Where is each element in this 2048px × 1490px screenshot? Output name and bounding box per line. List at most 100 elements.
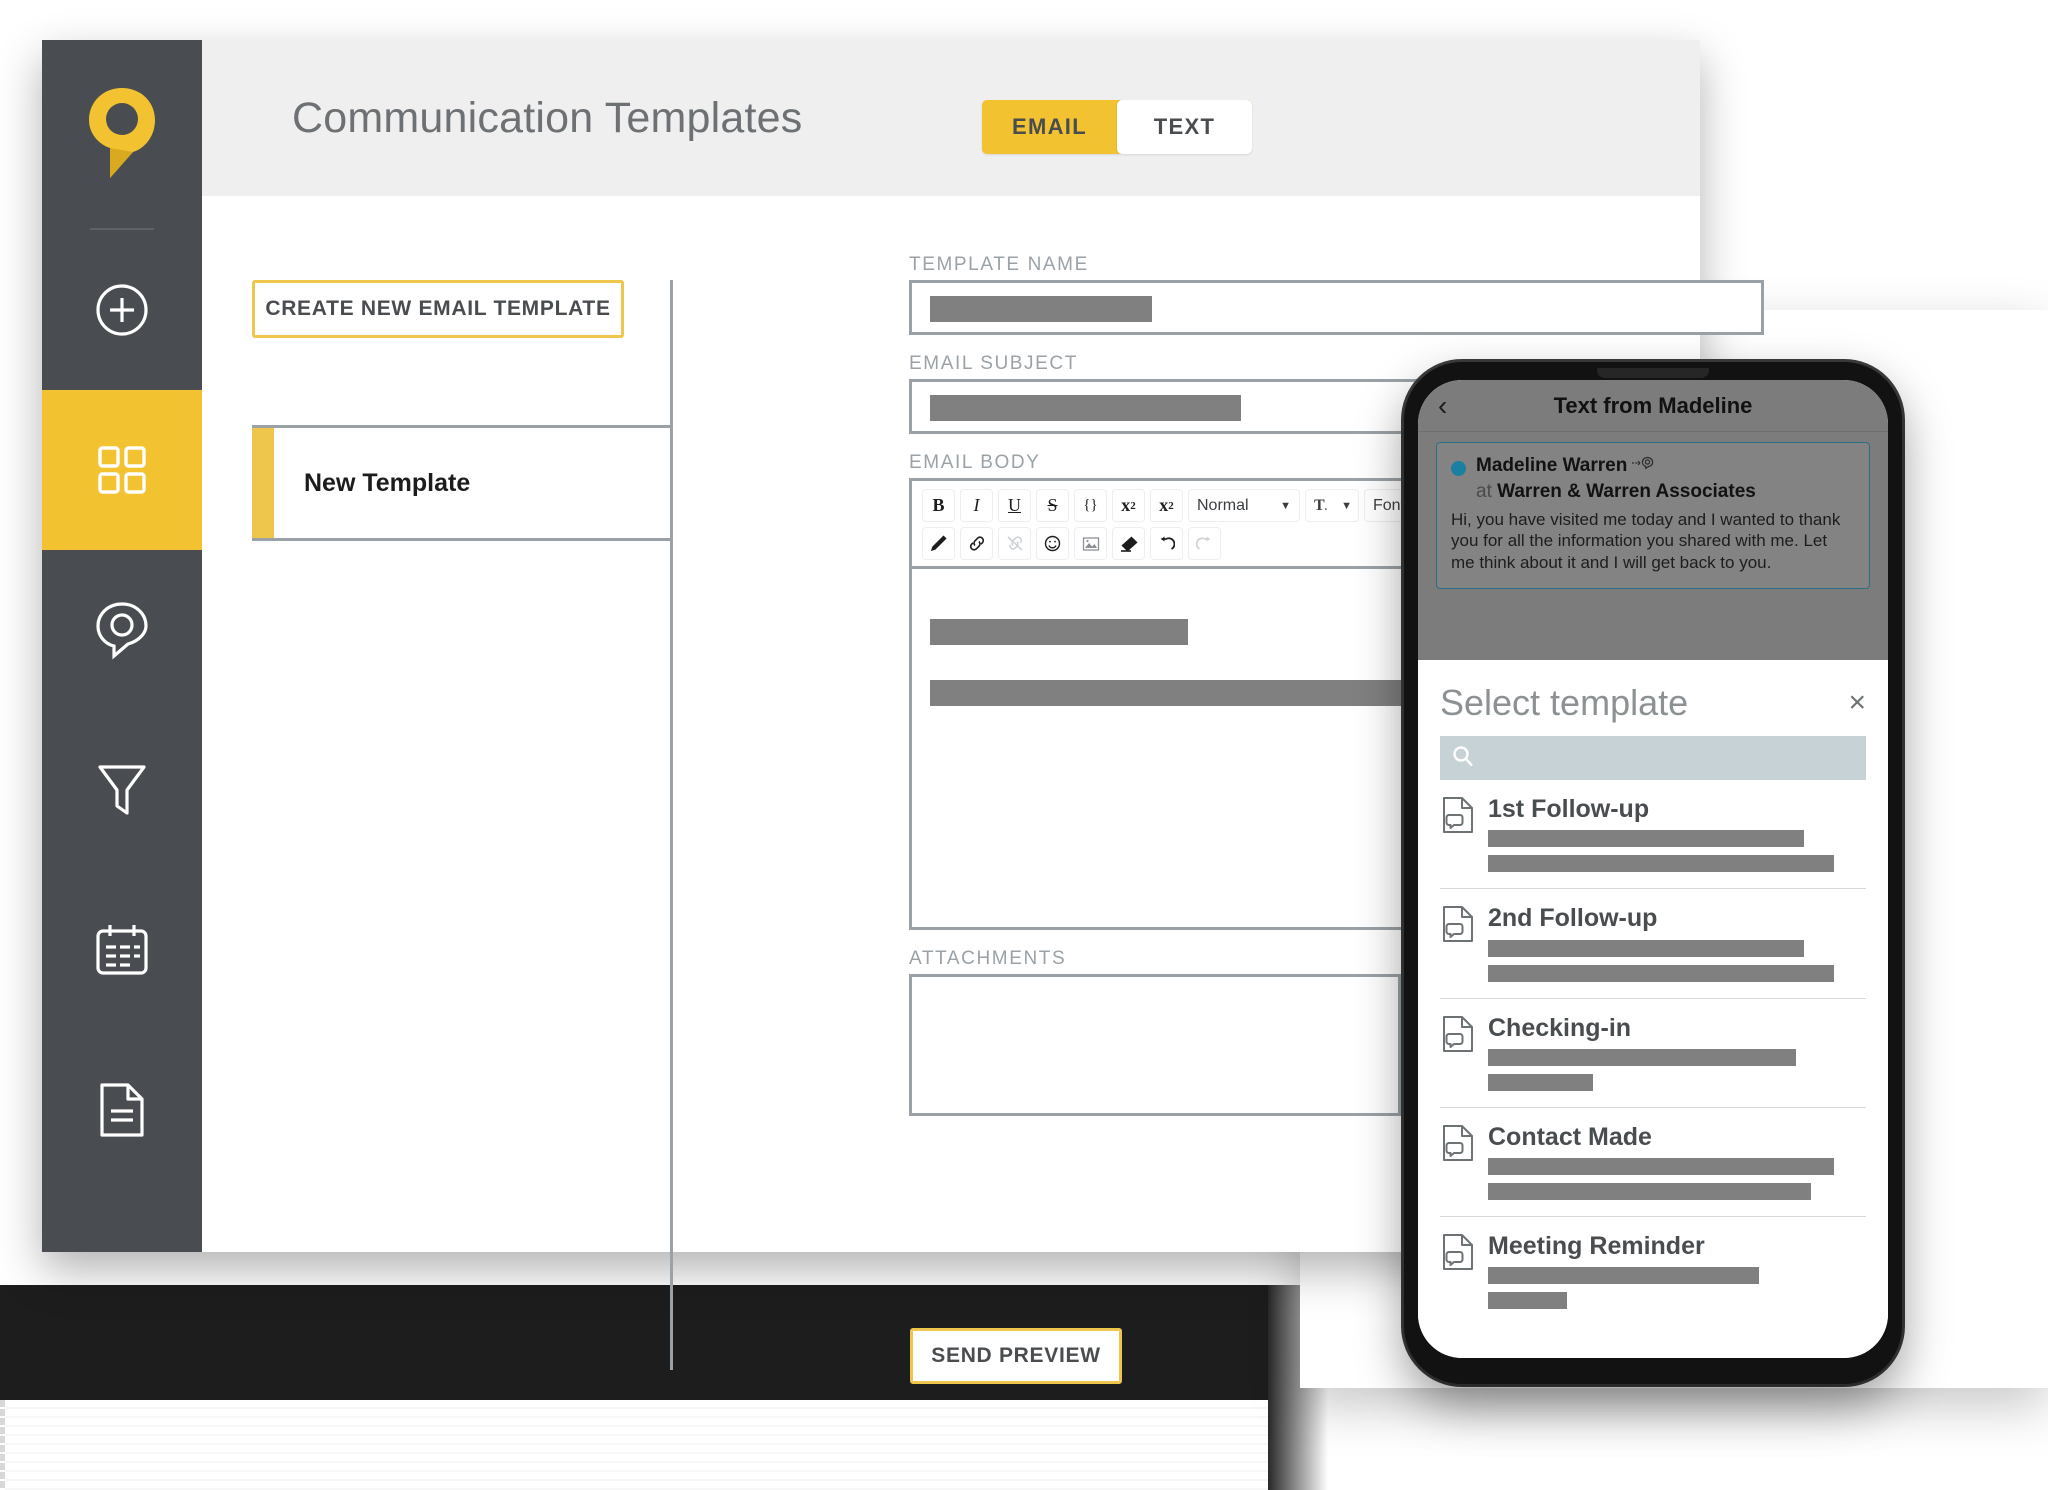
template-option-name: Meeting Reminder — [1488, 1232, 1705, 1260]
template-option-text: Meeting Reminder — [1488, 1232, 1864, 1310]
paragraph-style-select[interactable]: Normal ▼ — [1188, 489, 1300, 522]
template-preview-bar-2 — [1488, 855, 1834, 873]
text-color-picker[interactable]: T. ▼ — [1305, 489, 1359, 522]
template-option-text: Contact Made — [1488, 1122, 1864, 1200]
document-chat-icon — [1442, 796, 1474, 872]
phone-mockup: ‹ Text from Madeline Madeline Warren at … — [1404, 362, 1902, 1384]
tab-text[interactable]: TEXT — [1117, 100, 1252, 154]
email-subject-placeholder-bar — [930, 395, 1241, 421]
list-divider-bottom — [252, 538, 673, 541]
sidebar-item-locations[interactable] — [42, 550, 202, 710]
insert-link-icon[interactable] — [960, 527, 993, 560]
template-preview-bar-1 — [1488, 939, 1804, 957]
sidebar-item-templates[interactable] — [42, 390, 202, 550]
document-icon — [97, 1081, 147, 1139]
template-option-name: Contact Made — [1488, 1122, 1652, 1151]
subscript-icon[interactable]: x2 — [1150, 489, 1183, 522]
templates-panel: CREATE NEW EMAIL TEMPLATE New Template — [202, 196, 708, 1370]
template-option-text: Checking-in — [1488, 1014, 1864, 1091]
page-bottom-lines — [0, 1400, 1268, 1490]
template-option-row[interactable]: 1st Follow-up — [1440, 780, 1866, 890]
clear-format-eraser-icon[interactable] — [1112, 527, 1145, 560]
undo-icon[interactable] — [1150, 527, 1183, 560]
unread-status-dot — [1451, 461, 1466, 476]
remove-link-icon[interactable] — [998, 527, 1031, 560]
phone-screen: ‹ Text from Madeline Madeline Warren at … — [1418, 380, 1888, 1358]
template-preview-bar-2 — [1488, 1292, 1567, 1310]
sidebar-item-add[interactable] — [42, 230, 202, 390]
code-block-icon[interactable]: {} — [1074, 489, 1107, 522]
document-chat-icon — [1442, 1233, 1474, 1309]
template-name-input[interactable] — [909, 280, 1764, 335]
template-options-list: 1st Follow-up 2nd Follow-up Checking-in Con… — [1440, 780, 1866, 1325]
channel-mode-toggle[interactable]: EMAIL TEXT — [982, 100, 1252, 154]
template-search-bar[interactable] — [1440, 736, 1866, 780]
template-option-row[interactable]: Contact Made — [1440, 1108, 1866, 1217]
grid-dashboard-icon — [96, 444, 148, 496]
app-header: Communication Templates EMAIL TEXT — [202, 40, 1700, 196]
template-option-text: 1st Follow-up — [1488, 795, 1864, 873]
template-name-label: TEMPLATE NAME — [909, 254, 1089, 275]
template-option-row[interactable]: 2nd Follow-up — [1440, 889, 1866, 999]
template-option-name: 1st Follow-up — [1488, 795, 1650, 823]
template-option-row[interactable]: Checking-in — [1440, 999, 1866, 1108]
attachments-label: ATTACHMENTS — [909, 948, 1067, 969]
sheet-header: Select template × — [1440, 660, 1866, 736]
italic-icon[interactable]: I — [960, 489, 993, 522]
sheet-title: Select template — [1440, 682, 1689, 723]
superscript-icon[interactable]: x2 — [1112, 489, 1145, 522]
phone-notch — [1597, 368, 1709, 378]
tab-email[interactable]: EMAIL — [982, 100, 1117, 154]
template-preview-bar-1 — [1488, 1158, 1834, 1175]
selected-indicator-bar — [252, 428, 274, 538]
close-icon[interactable]: × — [1848, 688, 1866, 718]
body-placeholder-bar-1 — [930, 619, 1188, 645]
column-divider — [670, 280, 673, 1370]
document-chat-icon — [1442, 1015, 1474, 1091]
message-body-text: Hi, you have visited me today and I want… — [1451, 509, 1841, 573]
template-preview-bar-2 — [1488, 1183, 1812, 1200]
document-chat-icon — [1442, 1124, 1474, 1200]
paragraph-style-value: Normal — [1197, 496, 1249, 514]
template-list-item-label: New Template — [304, 468, 471, 497]
redo-icon[interactable] — [1188, 527, 1221, 560]
strikethrough-icon[interactable]: S — [1036, 489, 1069, 522]
message-bubble-header: Madeline Warren at Warren & Warren Assoc… — [1451, 454, 1855, 504]
phone-header: ‹ Text from Madeline — [1418, 380, 1888, 432]
page-title: Communication Templates — [292, 93, 803, 142]
template-list-item[interactable]: New Template — [252, 428, 673, 538]
template-name-placeholder-bar — [930, 296, 1152, 322]
template-preview-bar-1 — [1488, 1267, 1759, 1285]
attachments-dropzone[interactable] — [909, 974, 1401, 1116]
insert-image-icon[interactable] — [1074, 527, 1107, 560]
plus-circle-icon — [94, 282, 150, 338]
template-search-input[interactable] — [1482, 747, 1854, 769]
message-sender-block: Madeline Warren at Warren & Warren Assoc… — [1476, 454, 1756, 504]
bold-icon[interactable]: B — [922, 489, 955, 522]
phone-header-title: Text from Madeline — [1553, 392, 1753, 418]
sidebar-item-calendar[interactable] — [42, 870, 202, 1030]
text-color-icon: T. — [1314, 496, 1328, 514]
chevron-down-icon: ▼ — [1341, 499, 1353, 512]
calendar-icon — [94, 923, 150, 977]
template-option-text: 2nd Follow-up — [1488, 905, 1864, 982]
app-logo-pin-icon[interactable] — [42, 40, 202, 230]
back-chevron-icon[interactable]: ‹ — [1438, 391, 1447, 420]
sidebar-nav — [42, 40, 202, 1252]
document-chat-icon — [1442, 905, 1474, 981]
template-preview-bar-2 — [1488, 964, 1834, 982]
email-subject-label: EMAIL SUBJECT — [909, 353, 1078, 374]
search-icon — [1452, 745, 1474, 772]
send-preview-button[interactable]: SEND PREVIEW — [910, 1328, 1122, 1384]
highlighter-pen-icon[interactable] — [922, 527, 955, 560]
underline-icon[interactable]: U — [998, 489, 1031, 522]
funnel-filter-icon — [96, 762, 148, 818]
template-preview-bar-1 — [1488, 830, 1804, 848]
sidebar-item-documents[interactable] — [42, 1030, 202, 1190]
create-new-email-template-button[interactable]: CREATE NEW EMAIL TEMPLATE — [252, 280, 624, 338]
emoji-icon[interactable] — [1036, 527, 1069, 560]
email-body-label: EMAIL BODY — [909, 452, 1041, 473]
location-pin-small-icon — [1632, 456, 1656, 480]
template-option-row[interactable]: Meeting Reminder — [1440, 1217, 1866, 1325]
sidebar-item-filters[interactable] — [42, 710, 202, 870]
